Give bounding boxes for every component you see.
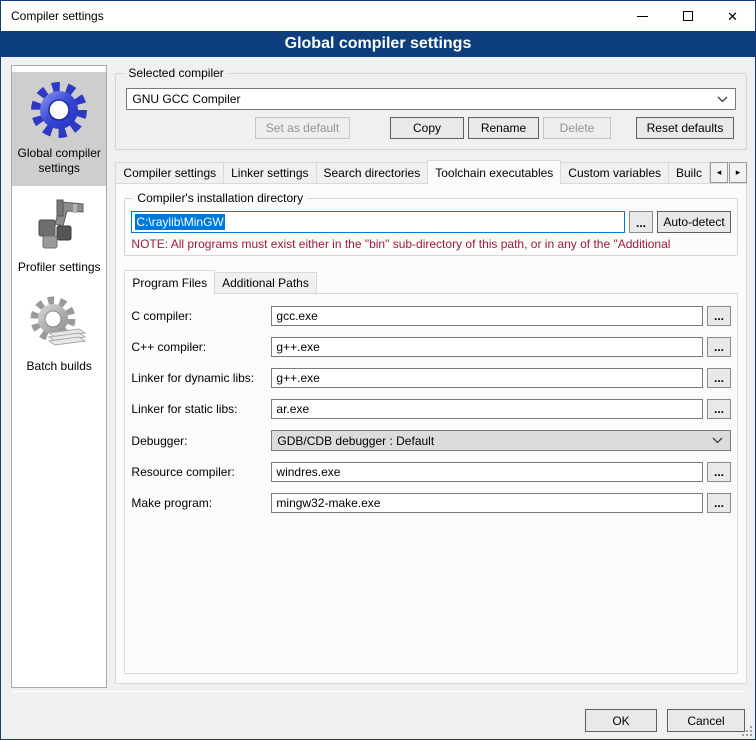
toolchain-executables-page: Compiler's installation directory C:\ray… bbox=[115, 183, 747, 684]
debugger-select-value: GDB/CDB debugger : Default bbox=[277, 434, 434, 448]
c-compiler-input[interactable] bbox=[271, 306, 703, 326]
resize-grip[interactable] bbox=[750, 734, 752, 736]
selected-compiler-group-label: Selected compiler bbox=[124, 66, 227, 80]
minimize-button[interactable] bbox=[620, 1, 665, 31]
c-compiler-label: C compiler: bbox=[131, 309, 271, 323]
window-title: Compiler settings bbox=[1, 9, 104, 23]
sidebar-item-batch-builds[interactable]: Batch builds bbox=[12, 285, 106, 384]
tab-build-options-clipped[interactable]: Builc bbox=[668, 162, 710, 183]
selected-compiler-group: Selected compiler GNU GCC Compiler Set a… bbox=[115, 73, 747, 150]
inner-tabbar: Program Files Additional Paths bbox=[124, 270, 738, 293]
arrow-right-icon: ▸ bbox=[736, 167, 741, 178]
install-dir-browse-button[interactable]: ... bbox=[629, 211, 653, 233]
tab-custom-variables[interactable]: Custom variables bbox=[560, 162, 669, 183]
sidebar-item-profiler-settings[interactable]: Profiler settings bbox=[12, 186, 106, 285]
tab-search-directories[interactable]: Search directories bbox=[316, 162, 429, 183]
dynamic-linker-input[interactable] bbox=[271, 368, 703, 388]
debugger-label: Debugger: bbox=[131, 434, 271, 448]
cpp-compiler-row: C++ compiler: ... bbox=[131, 337, 731, 357]
chevron-down-icon bbox=[712, 437, 723, 444]
tab-toolchain-executables[interactable]: Toolchain executables bbox=[427, 160, 561, 184]
make-program-label: Make program: bbox=[131, 496, 271, 510]
maximize-icon bbox=[683, 11, 693, 21]
tab-scroll-buttons: ◂ ▸ bbox=[709, 162, 747, 183]
auto-detect-button[interactable]: Auto-detect bbox=[657, 211, 731, 233]
sidebar-item-label: Global compiler settings bbox=[14, 146, 104, 176]
c-compiler-browse-button[interactable]: ... bbox=[707, 306, 731, 326]
dynamic-linker-label: Linker for dynamic libs: bbox=[131, 371, 271, 385]
dynamic-linker-browse-button[interactable]: ... bbox=[707, 368, 731, 388]
cpp-compiler-browse-button[interactable]: ... bbox=[707, 337, 731, 357]
arrow-left-icon: ◂ bbox=[717, 167, 722, 178]
static-linker-label: Linker for static libs: bbox=[131, 402, 271, 416]
settings-panel: Selected compiler GNU GCC Compiler Set a… bbox=[115, 65, 747, 740]
resource-compiler-label: Resource compiler: bbox=[131, 465, 271, 479]
window-controls: ✕ bbox=[620, 1, 755, 31]
footer-button-row: OK Cancel bbox=[585, 709, 745, 732]
make-program-browse-button[interactable]: ... bbox=[707, 493, 731, 513]
install-dir-row: C:\raylib\MinGW ... Auto-detect bbox=[131, 211, 731, 233]
delete-button[interactable]: Delete bbox=[543, 117, 611, 139]
main-tabbar: Compiler settings Linker settings Search… bbox=[115, 160, 747, 183]
chevron-down-icon bbox=[717, 96, 728, 103]
debugger-row: Debugger: GDB/CDB debugger : Default bbox=[131, 430, 731, 451]
caliper-icon bbox=[27, 192, 91, 256]
program-files-page: C compiler: ... C++ compiler: ... Linker… bbox=[124, 293, 738, 674]
cpp-compiler-label: C++ compiler: bbox=[131, 340, 271, 354]
settings-category-list: Global compiler settings Profiler settin… bbox=[11, 65, 107, 688]
reset-defaults-button[interactable]: Reset defaults bbox=[636, 117, 734, 139]
tab-linker-settings[interactable]: Linker settings bbox=[223, 162, 316, 183]
resource-compiler-row: Resource compiler: ... bbox=[131, 462, 731, 482]
install-dir-group: Compiler's installation directory C:\ray… bbox=[124, 198, 738, 256]
cancel-button[interactable]: Cancel bbox=[667, 709, 745, 732]
tab-program-files[interactable]: Program Files bbox=[124, 270, 215, 294]
resource-compiler-browse-button[interactable]: ... bbox=[707, 462, 731, 482]
make-program-row: Make program: ... bbox=[131, 493, 731, 513]
debugger-select[interactable]: GDB/CDB debugger : Default bbox=[271, 430, 731, 451]
tab-compiler-settings[interactable]: Compiler settings bbox=[115, 162, 224, 183]
program-files-notebook: Program Files Additional Paths C compile… bbox=[124, 270, 738, 674]
install-dir-input[interactable]: C:\raylib\MinGW bbox=[131, 211, 625, 233]
static-linker-row: Linker for static libs: ... bbox=[131, 399, 731, 419]
close-icon: ✕ bbox=[727, 10, 738, 23]
compiler-select-value: GNU GCC Compiler bbox=[132, 92, 240, 106]
gray-gear-stack-icon bbox=[27, 291, 91, 355]
blue-gear-icon bbox=[27, 78, 91, 142]
c-compiler-row: C compiler: ... bbox=[131, 306, 731, 326]
install-dir-selected-text: C:\raylib\MinGW bbox=[135, 214, 224, 230]
page-title: Global compiler settings bbox=[1, 31, 755, 57]
cpp-compiler-input[interactable] bbox=[271, 337, 703, 357]
tab-scroll-right-button[interactable]: ▸ bbox=[729, 162, 747, 183]
static-linker-browse-button[interactable]: ... bbox=[707, 399, 731, 419]
titlebar: Compiler settings ✕ bbox=[1, 1, 755, 31]
sidebar-item-label: Profiler settings bbox=[18, 260, 101, 275]
compiler-select[interactable]: GNU GCC Compiler bbox=[126, 88, 736, 110]
compiler-settings-dialog: Compiler settings ✕ Global compiler sett… bbox=[0, 0, 756, 740]
dynamic-linker-row: Linker for dynamic libs: ... bbox=[131, 368, 731, 388]
set-as-default-button[interactable]: Set as default bbox=[255, 117, 350, 139]
footer-divider bbox=[11, 691, 745, 692]
install-dir-note: NOTE: All programs must exist either in … bbox=[131, 237, 731, 251]
resource-compiler-input[interactable] bbox=[271, 462, 703, 482]
dialog-body: Global compiler settings Profiler settin… bbox=[1, 57, 755, 740]
copy-button[interactable]: Copy bbox=[390, 117, 464, 139]
close-button[interactable]: ✕ bbox=[710, 1, 755, 31]
maximize-button[interactable] bbox=[665, 1, 710, 31]
minimize-icon bbox=[637, 16, 648, 17]
ok-button[interactable]: OK bbox=[585, 709, 657, 732]
sidebar-item-label: Batch builds bbox=[27, 359, 92, 374]
install-dir-group-label: Compiler's installation directory bbox=[133, 191, 307, 205]
compiler-button-row: Set as default Copy Rename Delete Reset … bbox=[126, 117, 736, 139]
make-program-input[interactable] bbox=[271, 493, 703, 513]
static-linker-input[interactable] bbox=[271, 399, 703, 419]
tab-additional-paths[interactable]: Additional Paths bbox=[214, 272, 317, 293]
rename-button[interactable]: Rename bbox=[468, 117, 539, 139]
sidebar-item-global-compiler-settings[interactable]: Global compiler settings bbox=[12, 72, 106, 186]
tab-scroll-left-button[interactable]: ◂ bbox=[710, 162, 728, 183]
